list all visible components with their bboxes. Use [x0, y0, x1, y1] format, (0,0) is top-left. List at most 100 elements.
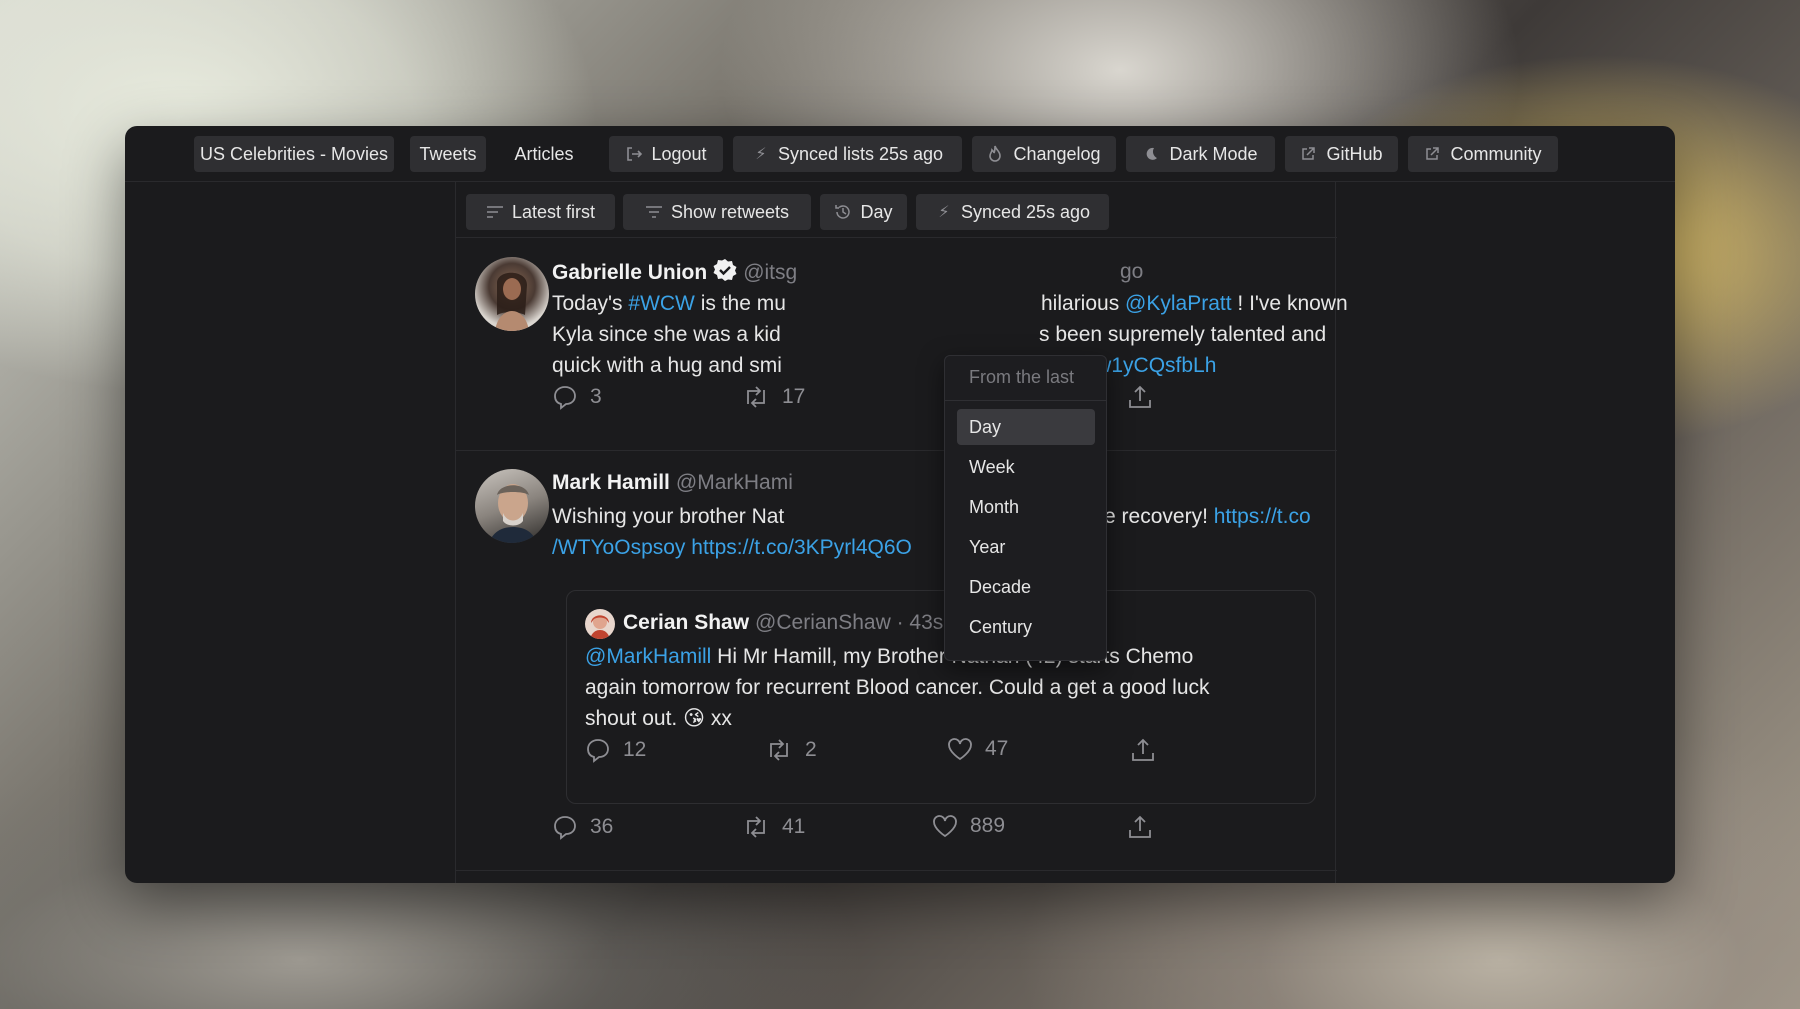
- mention-link[interactable]: @KylaPratt: [1125, 292, 1232, 315]
- kiss-emoji: 😘: [683, 707, 705, 730]
- synced-lists-button[interactable]: ⚡ Synced lists 25s ago: [733, 136, 962, 172]
- quoted-header: Cerian Shaw @CerianShaw · 43s ago: [623, 611, 984, 635]
- reply-button[interactable]: 36: [552, 814, 613, 840]
- external-link-icon: [1300, 146, 1318, 162]
- text-segment: Today's: [552, 292, 629, 315]
- hashtag-link[interactable]: #WCW: [628, 292, 695, 315]
- changelog-label: Changelog: [1013, 143, 1101, 164]
- time-range-label: Day: [860, 201, 893, 222]
- reply-button[interactable]: 12: [585, 737, 646, 763]
- heart-icon: [933, 815, 957, 838]
- like-count: 889: [970, 814, 1006, 837]
- author-handle[interactable]: @MarkHami: [676, 471, 793, 495]
- dark-mode-label: Dark Mode: [1169, 143, 1258, 164]
- dropdown-item-day[interactable]: Day: [957, 409, 1095, 445]
- dark-mode-toggle[interactable]: Dark Mode: [1126, 136, 1275, 172]
- dropdown-item-decade[interactable]: Decade: [957, 569, 1095, 605]
- mention-link[interactable]: @MarkHamill: [585, 645, 711, 668]
- feed-column: Latest first Show retweets Day ⚡ Synced …: [455, 182, 1348, 883]
- moon-icon: [1143, 146, 1161, 162]
- logout-icon: [625, 145, 643, 163]
- list-selector-label: US Celebrities - Movies: [199, 143, 389, 164]
- dropdown-item-week[interactable]: Week: [957, 449, 1095, 485]
- tweets-tab-label: Tweets: [419, 143, 477, 164]
- tweet-header: Mark Hamill @MarkHami: [552, 471, 793, 495]
- synced-lists-label: Synced lists 25s ago: [777, 143, 944, 164]
- author-name[interactable]: Mark Hamill: [552, 471, 670, 495]
- author-name[interactable]: Gabrielle Union: [552, 261, 707, 285]
- share-button[interactable]: [1130, 737, 1156, 763]
- retweet-icon: [747, 386, 765, 408]
- author-handle[interactable]: @itsg: [743, 261, 797, 285]
- avatar[interactable]: [475, 257, 549, 331]
- retweet-button[interactable]: 2: [765, 737, 817, 763]
- heart-icon: [948, 738, 972, 761]
- external-link-icon: [1424, 146, 1442, 162]
- logout-label: Logout: [651, 143, 707, 164]
- time-range-button[interactable]: Day: [820, 194, 907, 230]
- reply-button[interactable]: 3: [552, 384, 602, 410]
- retweet-count: 41: [782, 815, 806, 838]
- share-icon: [1129, 815, 1151, 838]
- avatar[interactable]: [475, 469, 549, 543]
- share-button[interactable]: [1127, 814, 1153, 840]
- retweet-icon: [770, 739, 788, 761]
- tweet-actions: 36 41 889: [552, 814, 1152, 844]
- retweet-count: 2: [805, 738, 817, 761]
- retweet-button[interactable]: 41: [742, 814, 805, 840]
- tweet-text-left: Today's #WCW is the mu Kyla since she wa…: [552, 288, 952, 381]
- dropdown-item-year[interactable]: Year: [957, 529, 1095, 565]
- flame-icon: [987, 145, 1005, 163]
- tweet-item[interactable]: Mark Hamill @MarkHami Wishing your broth…: [456, 451, 1337, 871]
- feed-toolbar: Latest first Show retweets Day ⚡ Synced …: [456, 182, 1337, 238]
- bolt-icon: ⚡: [755, 146, 767, 163]
- top-navigation: US Celebrities - Movies Tweets Articles …: [125, 126, 1675, 182]
- community-link[interactable]: Community: [1408, 136, 1558, 172]
- like-count: 47: [985, 737, 1009, 760]
- show-retweets-button[interactable]: Show retweets: [623, 194, 811, 230]
- text-segment: shout out.: [585, 707, 684, 730]
- text-segment: Kyla since she was a kid: [552, 323, 781, 346]
- synced-button[interactable]: ⚡ Synced 25s ago: [916, 194, 1109, 230]
- changelog-button[interactable]: Changelog: [972, 136, 1116, 172]
- text-segment: again tomorrow for recurrent Blood cance…: [585, 676, 1210, 699]
- dropdown-divider: [945, 400, 1106, 401]
- verified-badge-icon: [713, 258, 737, 287]
- tweet-time[interactable]: go: [1120, 260, 1143, 284]
- share-icon: [1132, 738, 1154, 761]
- tweet-header: Gabrielle Union @itsg: [552, 258, 797, 287]
- dropdown-header: From the last: [969, 367, 1075, 387]
- reply-icon: [554, 386, 576, 410]
- github-link[interactable]: GitHub: [1285, 136, 1398, 172]
- sort-lines-icon: [486, 205, 504, 219]
- show-retweets-label: Show retweets: [670, 201, 790, 222]
- text-segment: xx: [704, 707, 732, 730]
- dropdown-item-month[interactable]: Month: [957, 489, 1095, 525]
- text-segment: ! I've known: [1231, 292, 1348, 315]
- text-segment: is the mu: [694, 292, 786, 315]
- like-button[interactable]: 47: [947, 737, 1008, 761]
- filter-icon: [645, 205, 663, 219]
- url-link[interactable]: https://t.co: [1214, 505, 1311, 528]
- quoted-avatar[interactable]: [585, 609, 615, 639]
- tweets-tab[interactable]: Tweets: [410, 136, 486, 172]
- list-selector-button[interactable]: US Celebrities - Movies: [194, 136, 394, 172]
- retweet-button[interactable]: 17: [742, 384, 805, 410]
- text-segment: hilarious: [1041, 292, 1126, 315]
- tweet-item[interactable]: Gabrielle Union @itsg go Today's #WCW is…: [456, 238, 1348, 451]
- reply-count: 36: [590, 815, 614, 838]
- text-segment: Wishing your brother Nat: [552, 505, 785, 528]
- logout-button[interactable]: Logout: [609, 136, 723, 172]
- sort-button[interactable]: Latest first: [466, 194, 615, 230]
- tweet-text-left: Wishing your brother Nat: [552, 501, 852, 532]
- url-link[interactable]: https://t.co/3KPyrl4Q6O: [691, 536, 912, 559]
- share-button[interactable]: [1127, 384, 1153, 410]
- reply-count: 3: [590, 385, 602, 408]
- url-link[interactable]: /WTYoOspsoy: [552, 536, 685, 559]
- articles-tab[interactable]: Articles: [494, 136, 594, 172]
- like-button[interactable]: 889: [932, 814, 1005, 838]
- quoted-author-name[interactable]: Cerian Shaw: [623, 611, 749, 635]
- dropdown-item-century[interactable]: Century: [957, 609, 1095, 645]
- quoted-tweet[interactable]: Cerian Shaw @CerianShaw · 43s ago @MarkH…: [566, 590, 1316, 804]
- github-label: GitHub: [1326, 143, 1383, 164]
